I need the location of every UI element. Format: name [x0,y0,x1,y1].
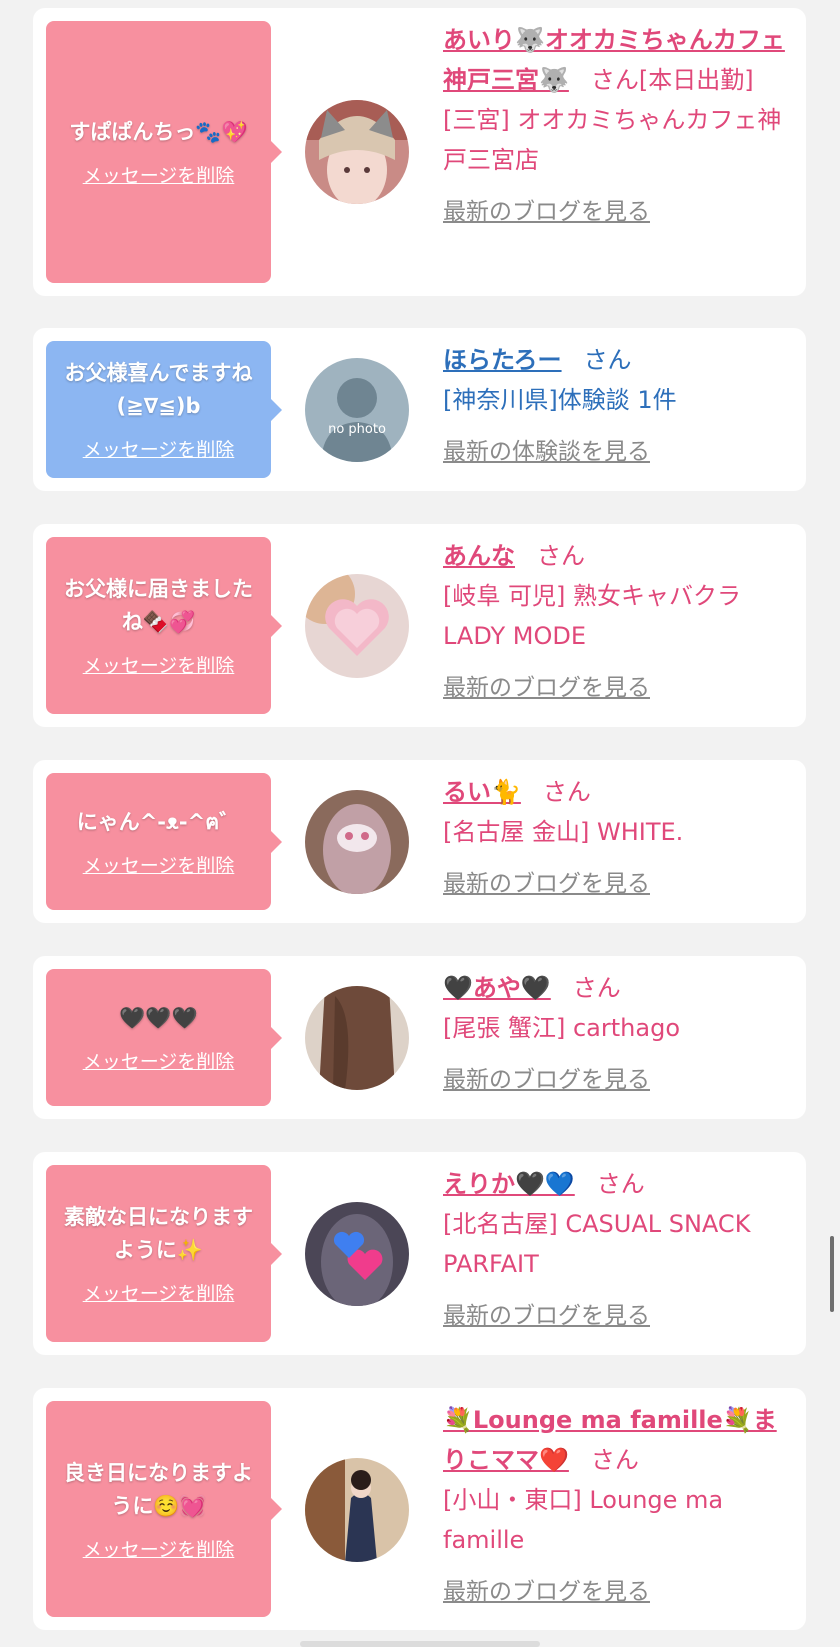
cast-info: 🖤あや🖤 さん [尾張 蟹江] carthago 最新のブログを見る [443,968,790,1100]
shop-name: [岐阜 可児] 熟女キャバクラ LADY MODE [443,582,741,650]
cast-info: あいり🐺オオカミちゃんカフェ神戸三宮🐺 さん[本日出勤] [三宮] オオカミちゃん… [443,20,790,232]
cast-name-link[interactable]: ほらたろー [443,346,562,374]
message-card: 素敵な日になりますように✨ メッセージを削除 えりか🖤💙 さん [北名古屋] CA… [33,1152,806,1355]
cast-info: 💐Lounge ma famille💐まりこママ❤️ さん [小山・東口] Lou… [443,1400,790,1612]
latest-blog-link[interactable]: 最新のブログを見る [443,1296,650,1336]
avatar[interactable] [305,574,409,678]
message-card: 良き日になりますように☺️💓 メッセージを削除 💐Lounge ma famil… [33,1388,806,1630]
name-suffix: さん[本日出勤] [590,66,754,94]
review-info: [神奈川県]体験談 1件 [443,386,677,414]
message-text: 良き日になりますように☺️💓 [64,1460,253,1518]
name-suffix: さん [537,542,585,570]
delete-message-link[interactable]: メッセージを削除 [83,651,235,678]
avatar[interactable] [305,100,409,204]
delete-message-link[interactable]: メッセージを削除 [83,1279,235,1306]
home-indicator [300,1641,540,1647]
shop-name: [小山・東口] Lounge ma famille [443,1486,724,1554]
latest-blog-link[interactable]: 最新のブログを見る [443,864,650,904]
message-card: お父様に届きましたね🍫💞 メッセージを削除 あんな さん [岐阜 可児] 熟女キャ… [33,524,806,727]
message-text: お父様喜んでますね(≧∇≦)b [64,361,253,418]
name-suffix: さん [542,778,591,806]
message-text: お父様に届きましたね🍫💞 [64,577,253,634]
name-suffix: さん [572,974,621,1002]
cast-info: るい🐈 さん [名古屋 金山] WHITE. 最新のブログを見る [443,772,790,904]
shop-name: [北名古屋] CASUAL SNACK PARFAIT [443,1210,751,1278]
name-suffix: さん [596,1170,645,1198]
message-card: すぱぱんちっ🐾💖 メッセージを削除 あいり🐺オオカミちゃんカフェ神戸三宮🐺 さん[… [33,8,806,296]
no-photo-label: no photo [328,422,386,437]
cast-name-link[interactable]: あんな [443,542,515,570]
scrollbar[interactable] [830,1236,834,1312]
message-card: 🖤🖤🖤 メッセージを削除 🖤あや🖤 さん [尾張 蟹江] carthago 最新の… [33,956,806,1119]
message-text: にゃん^-ᴥ-^ฅ゛ [76,809,241,834]
cast-name-link[interactable]: るい🐈 [443,778,521,806]
delete-message-link[interactable]: メッセージを削除 [83,1047,235,1074]
avatar[interactable] [305,790,409,894]
avatar[interactable] [305,1458,409,1562]
latest-blog-link[interactable]: 最新のブログを見る [443,1060,650,1100]
avatar[interactable] [305,986,409,1090]
message-bubble: 素敵な日になりますように✨ メッセージを削除 [46,1165,282,1342]
delete-message-link[interactable]: メッセージを削除 [83,161,235,188]
shop-name: [名古屋 金山] WHITE. [443,818,684,846]
delete-message-link[interactable]: メッセージを削除 [83,435,235,462]
avatar[interactable] [305,1202,409,1306]
cast-name-link[interactable]: 🖤あや🖤 [443,974,551,1002]
shop-name: [尾張 蟹江] carthago [443,1014,680,1042]
message-bubble: 🖤🖤🖤 メッセージを削除 [46,969,282,1106]
message-bubble: すぱぱんちっ🐾💖 メッセージを削除 [46,21,282,283]
message-text: 素敵な日になりますように✨ [64,1205,253,1262]
cast-name-link[interactable]: えりか🖤💙 [443,1170,575,1198]
message-bubble: お父様喜んでますね(≧∇≦)b メッセージを削除 [46,341,282,478]
message-text: 🖤🖤🖤 [119,1005,198,1030]
message-card: にゃん^-ᴥ-^ฅ゛ メッセージを削除 るい🐈 さん [名古屋 金山] WHITE… [33,760,806,923]
cast-info: えりか🖤💙 さん [北名古屋] CASUAL SNACK PARFAIT 最新のブ… [443,1164,790,1336]
latest-blog-link[interactable]: 最新のブログを見る [443,1572,650,1612]
message-bubble: 良き日になりますように☺️💓 メッセージを削除 [46,1401,282,1617]
delete-message-link[interactable]: メッセージを削除 [83,851,235,878]
latest-blog-link[interactable]: 最新のブログを見る [443,668,650,708]
message-bubble: にゃん^-ᴥ-^ฅ゛ メッセージを削除 [46,773,282,910]
name-suffix: さん [590,1446,639,1474]
latest-review-link[interactable]: 最新の体験談を見る [443,432,650,472]
message-text: すぱぱんちっ🐾💖 [69,120,248,144]
delete-message-link[interactable]: メッセージを削除 [83,1535,235,1562]
cast-info: あんな さん [岐阜 可児] 熟女キャバクラ LADY MODE 最新のブログを見… [443,536,790,708]
cast-info: ほらたろー さん [神奈川県]体験談 1件 最新の体験談を見る [443,340,790,472]
name-suffix: さん [583,346,632,374]
shop-name: [三宮] オオカミちゃんカフェ神戸三宮店 [443,106,782,174]
message-card: お父様喜んでますね(≧∇≦)b メッセージを削除 no photo ほらたろーさ… [33,328,806,491]
message-bubble: お父様に届きましたね🍫💞 メッセージを削除 [46,537,282,714]
latest-blog-link[interactable]: 最新のブログを見る [443,192,650,232]
avatar[interactable]: no photo [305,358,409,462]
